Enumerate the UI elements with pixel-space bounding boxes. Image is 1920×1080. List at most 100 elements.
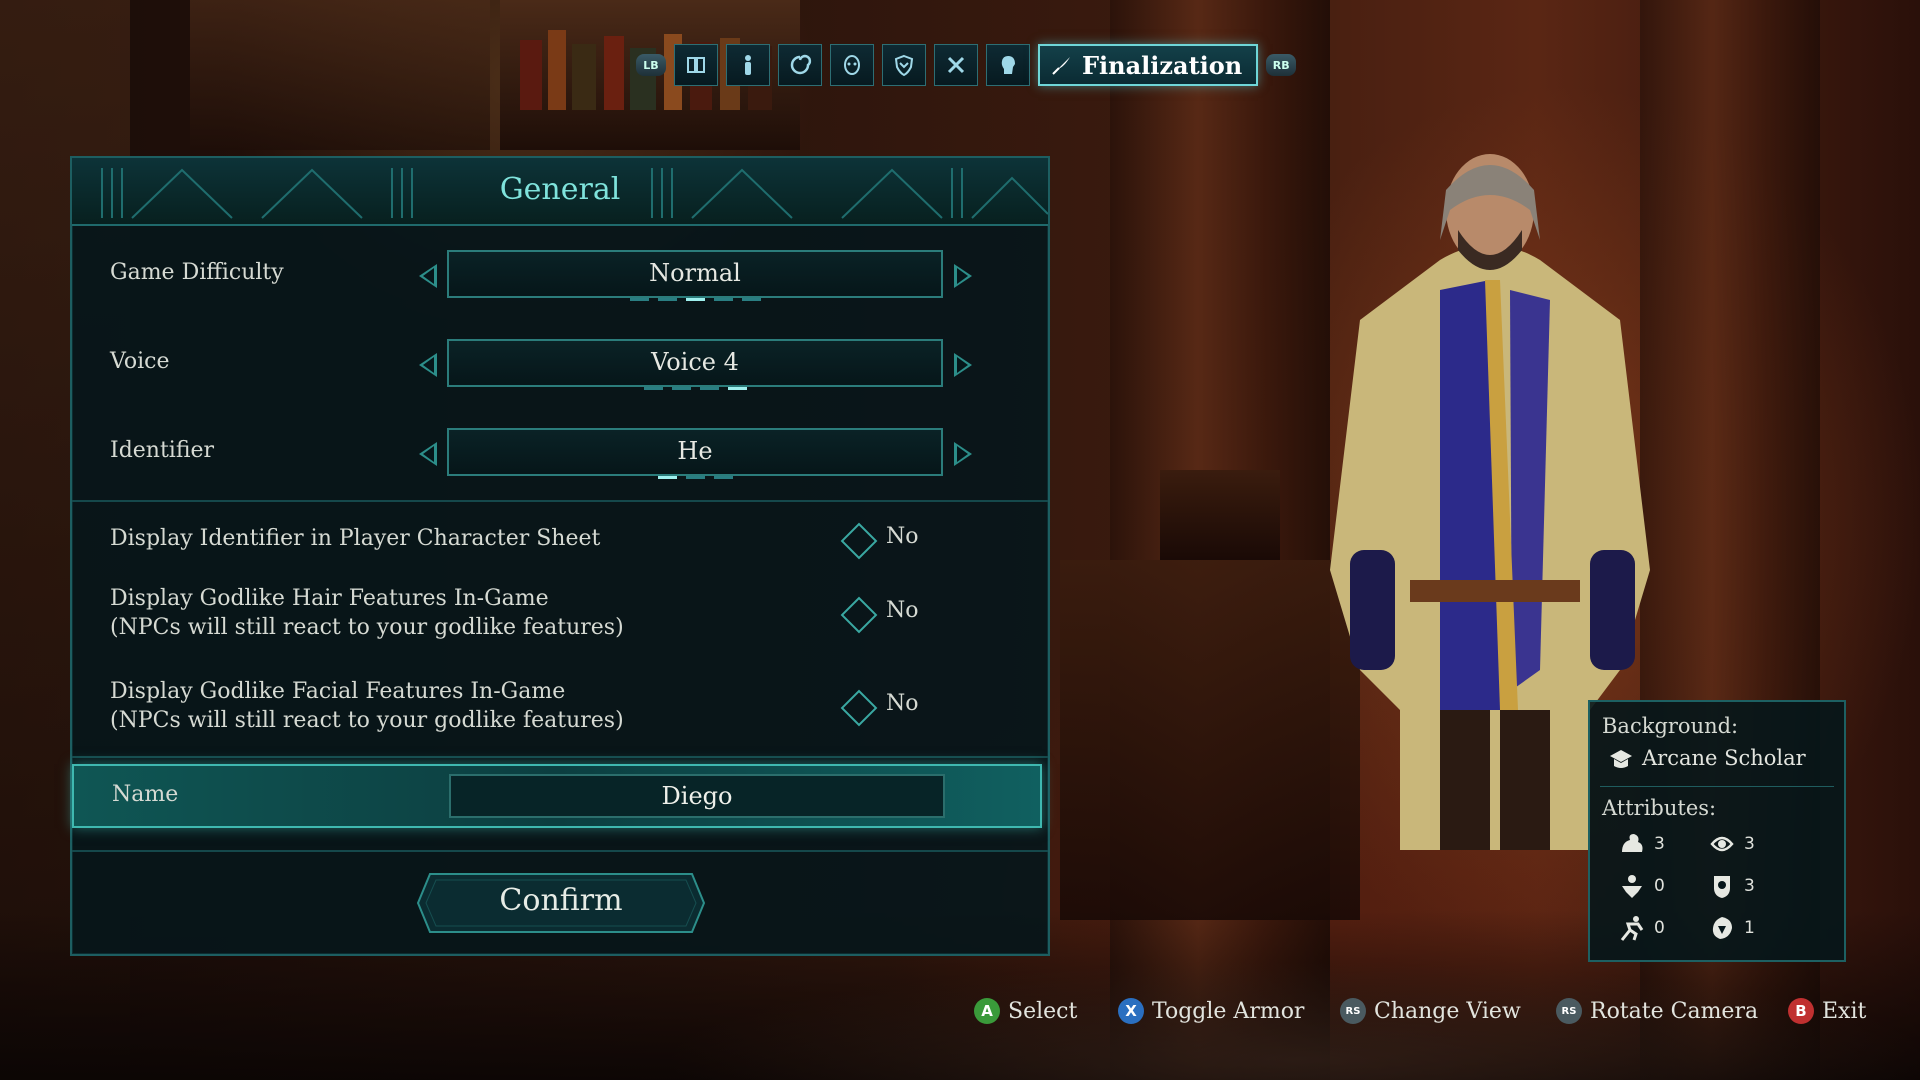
tab-skills[interactable]: [934, 44, 978, 86]
difficulty-selector[interactable]: Normal: [447, 250, 943, 301]
identifier-selector[interactable]: He: [447, 428, 943, 479]
name-label: Name: [112, 782, 179, 807]
display-identifier-label: Display Identifier in Player Character S…: [110, 526, 601, 551]
facial-features-sub: (NPCs will still react to your godlike f…: [110, 708, 624, 733]
attribute-dexterity: 0: [1618, 914, 1665, 942]
tab-body[interactable]: [726, 44, 770, 86]
option-dot: [671, 387, 691, 390]
section-divider: [72, 756, 1048, 758]
tools-icon: [947, 56, 965, 74]
hint-toggle-armor-label: Toggle Armor: [1152, 998, 1305, 1024]
voice-value: Voice 4: [651, 348, 739, 376]
section-divider: [72, 850, 1048, 852]
lb-bumper[interactable]: LB: [636, 54, 666, 76]
background-heading: Background:: [1602, 714, 1739, 738]
resolve-value: 1: [1744, 918, 1755, 938]
difficulty-next-arrow[interactable]: [954, 264, 972, 288]
attribute-perception: 3: [1708, 872, 1755, 900]
character-summary-card: Background: Arcane Scholar Attributes: 3…: [1588, 700, 1846, 962]
identifier-label: Identifier: [110, 438, 215, 463]
confirm-label: Confirm: [499, 883, 623, 918]
cards-icon: [687, 57, 705, 73]
option-dot: [643, 387, 663, 390]
hint-exit-label: Exit: [1822, 998, 1867, 1024]
facial-features-checkbox[interactable]: [840, 689, 878, 727]
identifier-value: He: [677, 437, 713, 465]
difficulty-value: Normal: [649, 259, 741, 287]
option-dot: [629, 298, 649, 301]
rb-bumper[interactable]: RB: [1266, 54, 1297, 76]
option-dot: [713, 298, 733, 301]
tab-finalization[interactable]: Finalization: [1038, 44, 1259, 86]
attributes-heading: Attributes:: [1602, 796, 1717, 820]
difficulty-label: Game Difficulty: [110, 260, 284, 285]
rs-button-icon: RS: [1340, 998, 1366, 1024]
voice-dots: [449, 387, 941, 390]
option-dot: [685, 476, 705, 479]
hint-change-view[interactable]: RS Change View: [1340, 998, 1521, 1024]
toggle-hair-features[interactable]: Display Godlike Hair Features In-Game (N…: [72, 582, 1048, 648]
tab-class[interactable]: [882, 44, 926, 86]
might-value: 3: [1654, 834, 1665, 854]
attribute-constitution: 0: [1618, 872, 1665, 900]
tab-bar: LB Finalization RB: [636, 44, 1297, 86]
b-button-icon: B: [1788, 998, 1814, 1024]
display-identifier-value: No: [886, 524, 919, 549]
identifier-prev-arrow[interactable]: [419, 442, 437, 466]
intellect-icon: [1710, 836, 1734, 852]
tab-face[interactable]: [830, 44, 874, 86]
identifier-row: Identifier He: [72, 428, 1048, 488]
hint-rotate-camera[interactable]: RS Rotate Camera: [1556, 998, 1758, 1024]
difficulty-dots: [449, 298, 941, 301]
x-button-icon: X: [1118, 998, 1144, 1024]
hint-toggle-armor[interactable]: X Toggle Armor: [1118, 998, 1304, 1024]
tab-portrait[interactable]: [986, 44, 1030, 86]
option-dot: [685, 298, 705, 301]
hair-features-sub: (NPCs will still react to your godlike f…: [110, 615, 624, 640]
tab-cards[interactable]: [674, 44, 718, 86]
voice-label: Voice: [110, 349, 170, 374]
attribute-might: 3: [1618, 830, 1665, 858]
hint-select[interactable]: A Select: [974, 998, 1077, 1024]
voice-selector[interactable]: Voice 4: [447, 339, 943, 390]
voice-row: Voice Voice 4: [72, 339, 1048, 399]
option-dot: [699, 387, 719, 390]
facial-features-title: Display Godlike Facial Features In-Game: [110, 679, 566, 704]
mortarboard-icon: [1610, 750, 1632, 768]
panel-header: General: [72, 158, 1048, 226]
hair-features-checkbox[interactable]: [840, 596, 878, 634]
hair-features-label: Display Godlike Hair Features In-Game (N…: [110, 584, 624, 642]
head-icon: [1001, 56, 1015, 74]
toggle-facial-features[interactable]: Display Godlike Facial Features In-Game …: [72, 675, 1048, 741]
option-dot: [727, 387, 747, 390]
panel-title: General: [499, 172, 621, 207]
perception-icon: [1714, 876, 1730, 898]
facial-features-label: Display Godlike Facial Features In-Game …: [110, 677, 624, 735]
name-input[interactable]: Diego: [449, 774, 945, 818]
voice-next-arrow[interactable]: [954, 353, 972, 377]
display-identifier-checkbox[interactable]: [840, 522, 878, 560]
hair-features-title: Display Godlike Hair Features In-Game: [110, 586, 549, 611]
figure-icon: [745, 55, 751, 75]
hint-change-view-label: Change View: [1374, 998, 1521, 1024]
tab-culture[interactable]: [778, 44, 822, 86]
hint-exit[interactable]: B Exit: [1788, 998, 1866, 1024]
perception-value: 3: [1744, 876, 1755, 896]
option-dot: [741, 298, 761, 301]
might-icon: [1622, 834, 1643, 852]
voice-prev-arrow[interactable]: [419, 353, 437, 377]
hint-select-label: Select: [1008, 998, 1078, 1024]
identifier-dots: [449, 476, 941, 479]
option-dot: [657, 298, 677, 301]
confirm-button[interactable]: Confirm: [416, 872, 706, 934]
toggle-display-identifier[interactable]: Display Identifier in Player Character S…: [72, 518, 1048, 568]
name-row[interactable]: Name Diego: [72, 764, 1042, 828]
shield-icon: [894, 54, 914, 77]
identifier-next-arrow[interactable]: [954, 442, 972, 466]
difficulty-prev-arrow[interactable]: [419, 264, 437, 288]
rs-rotate-button-icon: RS: [1556, 998, 1582, 1024]
hint-rotate-camera-label: Rotate Camera: [1590, 998, 1759, 1024]
constitution-value: 0: [1654, 876, 1665, 896]
card-divider: [1600, 786, 1834, 787]
background-value: Arcane Scholar: [1642, 746, 1806, 770]
